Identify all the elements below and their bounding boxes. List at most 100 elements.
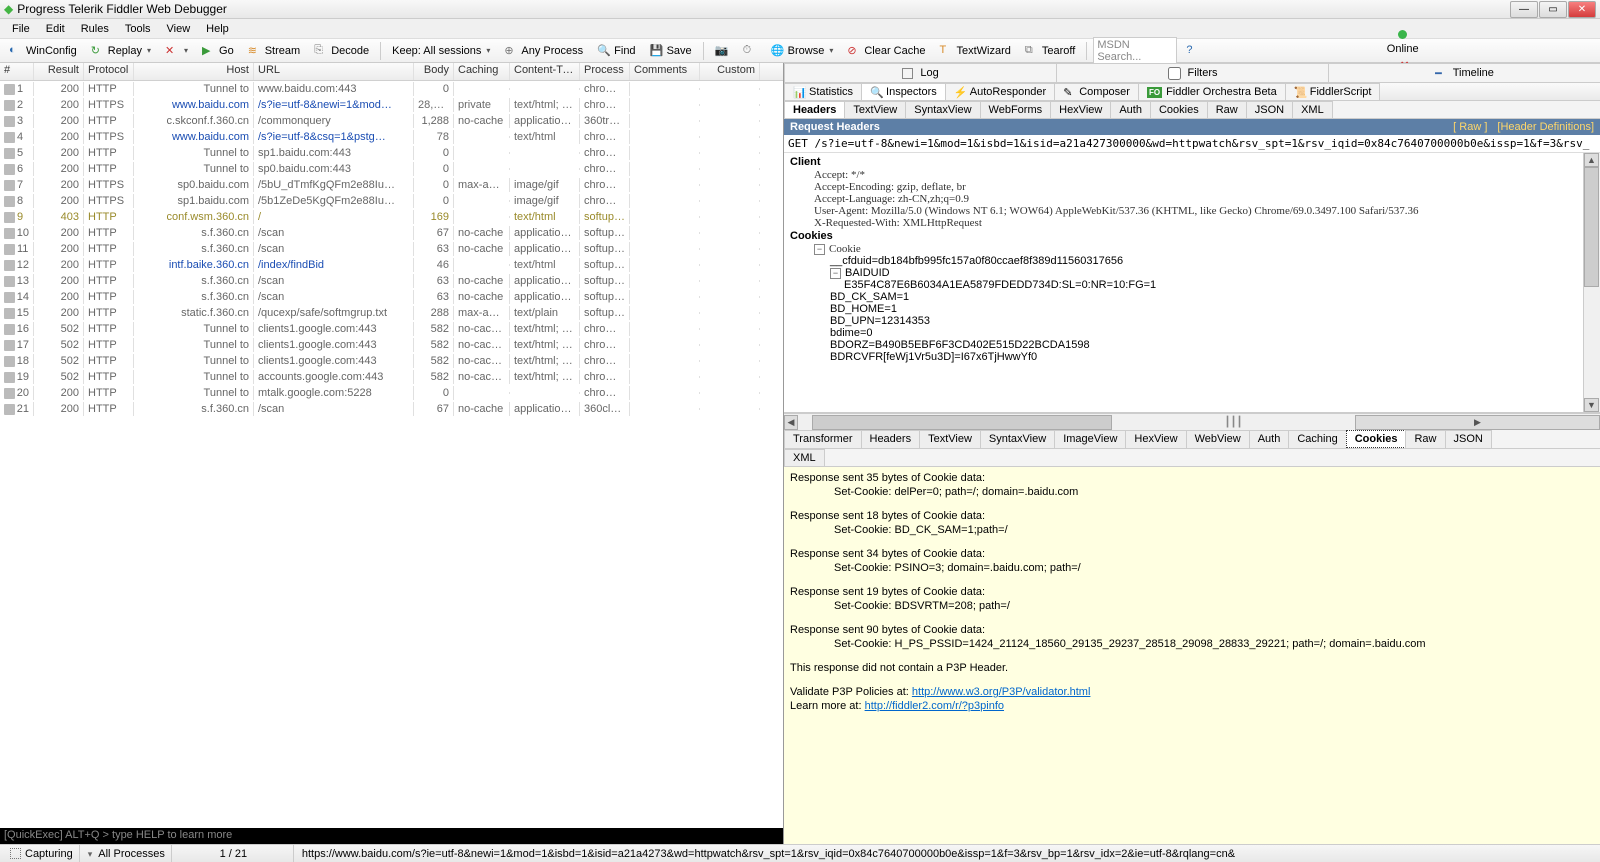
session-row[interactable]: 17502HTTPTunnel toclients1.google.com:44… <box>0 337 783 353</box>
replay-button[interactable]: ↻Replay <box>86 42 156 60</box>
menu-rules[interactable]: Rules <box>73 21 117 37</box>
resp-tab-raw[interactable]: Raw <box>1405 430 1445 448</box>
main-tab-statistics[interactable]: 📊Statistics <box>784 83 862 100</box>
browse-button[interactable]: 🌐Browse <box>766 42 839 60</box>
header-line[interactable]: Accept-Encoding: gzip, deflate, br <box>784 181 1600 193</box>
session-row[interactable]: 10200HTTPs.f.360.cn/scan67no-cacheapplic… <box>0 225 783 241</box>
main-tab-fiddler-orchestra-beta[interactable]: FOFiddler Orchestra Beta <box>1138 83 1286 100</box>
header-line[interactable]: BDRCVFR[feWj1Vr5u3D]=I67x6TjHwwYf0 <box>784 351 1600 363</box>
stream-button[interactable]: ≋Stream <box>243 42 305 60</box>
col-protocol[interactable]: Protocol <box>84 63 134 80</box>
capturing-status[interactable]: Capturing <box>4 845 80 862</box>
req-tab-cookies[interactable]: Cookies <box>1150 101 1208 118</box>
session-row[interactable]: 4200HTTPSwww.baidu.com/s?ie=utf-8&csq=1&… <box>0 129 783 145</box>
session-row[interactable]: 5200HTTPTunnel tosp1.baidu.com:4430chrom… <box>0 145 783 161</box>
resp-tab-auth[interactable]: Auth <box>1249 430 1290 448</box>
menu-help[interactable]: Help <box>198 21 237 37</box>
scroll-thumb[interactable] <box>1584 167 1599 287</box>
remove-button[interactable]: ✕ <box>160 42 193 60</box>
session-row[interactable]: 14200HTTPs.f.360.cn/scan63no-cacheapplic… <box>0 289 783 305</box>
header-line[interactable]: E35F4C87E6B6034A1EA5879FDEDD734D:SL=0:NR… <box>784 279 1600 291</box>
header-line[interactable]: Cookies <box>784 229 1600 243</box>
session-row[interactable]: 21200HTTPs.f.360.cn/scan67no-cacheapplic… <box>0 401 783 417</box>
p3p-validator-link[interactable]: http://www.w3.org/P3P/validator.html <box>912 686 1091 698</box>
main-tab-inspectors[interactable]: 🔍Inspectors <box>861 83 946 100</box>
response-cookies-panel[interactable]: Response sent 35 bytes of Cookie data:Se… <box>784 467 1600 844</box>
req-tab-hexview[interactable]: HexView <box>1050 101 1111 118</box>
header-line[interactable]: __cfduid=db184bfb995fc157a0f80ccaef8f389… <box>784 255 1600 267</box>
any-process-button[interactable]: ⊕Any Process <box>499 42 588 60</box>
col-process[interactable]: Process <box>580 63 630 80</box>
col-url[interactable]: URL <box>254 63 414 80</box>
help-button[interactable]: ? <box>1181 42 1205 60</box>
header-line[interactable]: BD_UPN=12314353 <box>784 315 1600 327</box>
resp-tab-webview[interactable]: WebView <box>1186 430 1250 448</box>
col-[interactable]: # <box>0 63 34 80</box>
sessions-grid[interactable]: 1200HTTPTunnel towww.baidu.com:4430chrom… <box>0 81 783 828</box>
header-line[interactable]: Client <box>784 155 1600 169</box>
timer-button[interactable]: ⏱ <box>738 42 762 60</box>
resp-tab-json[interactable]: JSON <box>1445 430 1492 448</box>
req-tab-xml[interactable]: XML <box>1292 101 1333 118</box>
scroll-left-icon[interactable]: ◀ <box>784 415 798 430</box>
menu-view[interactable]: View <box>159 21 199 37</box>
resp-tab-imageview[interactable]: ImageView <box>1054 430 1126 448</box>
session-row[interactable]: 19502HTTPTunnel toaccounts.google.com:44… <box>0 369 783 385</box>
scroll-right-icon[interactable]: ▶ <box>1355 415 1600 430</box>
session-row[interactable]: 7200HTTPSsp0.baidu.com/5bU_dTmfKgQFm2e88… <box>0 177 783 193</box>
col-body[interactable]: Body <box>414 63 454 80</box>
req-tab-json[interactable]: JSON <box>1246 101 1293 118</box>
resp-tab-hexview[interactable]: HexView <box>1125 430 1186 448</box>
req-tab-raw[interactable]: Raw <box>1207 101 1247 118</box>
session-row[interactable]: 13200HTTPs.f.360.cn/scan63no-cacheapplic… <box>0 273 783 289</box>
session-row[interactable]: 20200HTTPTunnel tomtalk.google.com:52280… <box>0 385 783 401</box>
header-line[interactable]: Accept-Language: zh-CN,zh;q=0.9 <box>784 193 1600 205</box>
session-row[interactable]: 16502HTTPTunnel toclients1.google.com:44… <box>0 321 783 337</box>
screenshot-button[interactable]: 📷 <box>710 42 734 60</box>
session-row[interactable]: 1200HTTPTunnel towww.baidu.com:4430chrom… <box>0 81 783 97</box>
req-tab-textview[interactable]: TextView <box>844 101 906 118</box>
save-button[interactable]: 💾Save <box>645 42 697 60</box>
header-line[interactable]: BD_HOME=1 <box>784 303 1600 315</box>
top-tab-log[interactable]: Log <box>784 63 1057 82</box>
minimize-button[interactable]: — <box>1510 1 1538 18</box>
raw-link[interactable]: [ Raw ] <box>1453 121 1487 133</box>
req-tab-syntaxview[interactable]: SyntaxView <box>905 101 980 118</box>
header-line[interactable]: −BAIDUID <box>784 267 1600 279</box>
winconfig-button[interactable]: ◐WinConfig <box>4 42 82 60</box>
session-row[interactable]: 18502HTTPTunnel toclients1.google.com:44… <box>0 353 783 369</box>
header-line[interactable]: −Cookie <box>784 243 1600 255</box>
header-line[interactable]: BDORZ=B490B5EBF6F3CD402E515D22BCDA1598 <box>784 339 1600 351</box>
maximize-button[interactable]: ▭ <box>1539 1 1567 18</box>
col-comments[interactable]: Comments <box>630 63 700 80</box>
decode-button[interactable]: ⎘Decode <box>309 42 374 60</box>
session-row[interactable]: 8200HTTPSsp1.baidu.com/5b1ZeDe5KgQFm2e88… <box>0 193 783 209</box>
top-tab-timeline[interactable]: ━ Timeline <box>1328 63 1600 82</box>
tearoff-button[interactable]: ⧉Tearoff <box>1020 42 1080 60</box>
col-contenttype[interactable]: Content-Type <box>510 63 580 80</box>
session-row[interactable]: 15200HTTPstatic.f.360.cn/qucexp/safe/sof… <box>0 305 783 321</box>
process-filter[interactable]: All Processes <box>82 845 172 862</box>
col-host[interactable]: Host <box>134 63 254 80</box>
clear-cache-button[interactable]: ⊘Clear Cache <box>842 42 930 60</box>
col-custom[interactable]: Custom <box>700 63 760 80</box>
main-tab-fiddlerscript[interactable]: 📜FiddlerScript <box>1285 83 1381 100</box>
resp-tab-cookies[interactable]: Cookies <box>1346 430 1407 448</box>
menu-edit[interactable]: Edit <box>38 21 73 37</box>
resp-tab-transformer[interactable]: Transformer <box>784 430 862 448</box>
vertical-scrollbar[interactable]: ▲ ▼ <box>1583 153 1600 412</box>
header-line[interactable]: Accept: */* <box>784 169 1600 181</box>
top-tab-filters[interactable]: Filters <box>1056 63 1329 82</box>
main-tab-composer[interactable]: ✎Composer <box>1054 83 1139 100</box>
keep-sessions-button[interactable]: Keep: All sessions <box>387 43 495 59</box>
session-row[interactable]: 9403HTTPconf.wsm.360.cn/169text/htmlsoft… <box>0 209 783 225</box>
session-row[interactable]: 12200HTTPintf.baike.360.cn/index/findBid… <box>0 257 783 273</box>
header-definitions-link[interactable]: [Header Definitions] <box>1497 121 1594 133</box>
msdn-search-input[interactable]: MSDN Search... <box>1093 37 1177 65</box>
session-row[interactable]: 2200HTTPSwww.baidu.com/s?ie=utf-8&newi=1… <box>0 97 783 113</box>
hscroll-thumb[interactable] <box>812 415 1112 430</box>
close-button[interactable]: ✕ <box>1568 1 1596 18</box>
header-line[interactable]: X-Requested-With: XMLHttpRequest <box>784 217 1600 229</box>
resp-tab-textview[interactable]: TextView <box>919 430 981 448</box>
session-row[interactable]: 6200HTTPTunnel tosp0.baidu.com:4430chrom… <box>0 161 783 177</box>
